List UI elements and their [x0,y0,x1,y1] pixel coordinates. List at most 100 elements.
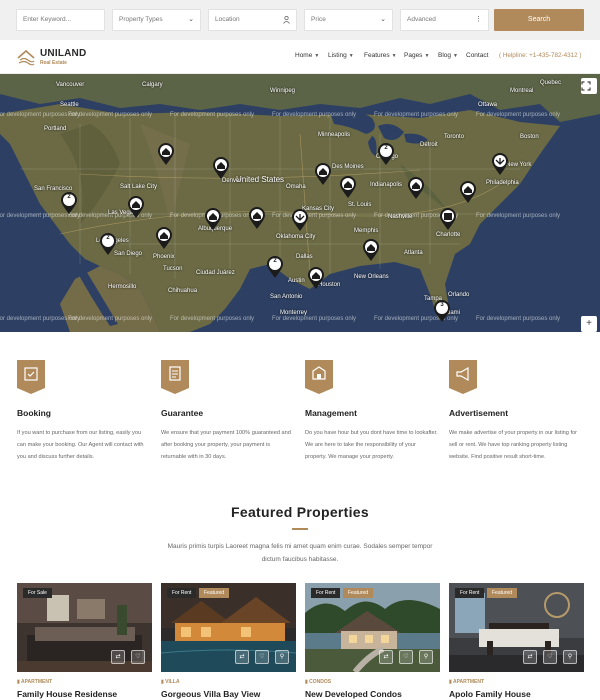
nav-label: Pages [404,52,423,59]
map-pin[interactable] [339,175,357,199]
map-city-label: Nashville [388,214,413,220]
property-image[interactable]: For Rent Featured ⇄ ♡ ⚲ [161,583,296,672]
keyword-input[interactable]: Enter Keyword... [16,9,105,31]
map-city-label: Memphis [354,228,379,234]
heart-icon: ♡ [547,654,553,660]
property-image[interactable]: For Rent Featured ⇄ ♡ ⚲ [449,583,584,672]
map-cluster-pin[interactable]: 2 [377,142,395,166]
map-pin[interactable] [459,180,477,204]
map-watermark: For development purposes only [68,316,153,322]
title-divider [292,528,308,530]
map-pin[interactable] [307,266,325,290]
map-cluster-pin[interactable]: 3 [433,299,451,323]
nav-pages[interactable]: Pages ▼ [404,52,429,59]
map-pin[interactable] [157,142,175,166]
compare-button[interactable]: ⇄ [379,650,393,664]
logo[interactable]: UNILAND Real Estate [16,47,96,69]
map-city-label: Salt Lake City [120,184,158,190]
favorite-button[interactable]: ♡ [399,650,413,664]
heart-icon: ♡ [403,654,409,660]
map-city-label: Des Moines [332,164,364,170]
map-pin[interactable] [407,176,425,200]
more-icon: ⋮ [475,16,482,23]
map-pin[interactable] [291,208,309,232]
property-map[interactable]: For development purposes only For develo… [0,74,600,332]
nav-contact[interactable]: Contact [466,52,488,59]
featured-badge: Featured [343,588,374,598]
zoom-button[interactable]: ⚲ [563,650,577,664]
map-cluster-pin[interactable]: 2 [266,255,284,279]
map-pin[interactable] [491,152,509,176]
map-pin[interactable] [439,207,457,231]
management-icon [305,360,333,394]
category-label: CONDOS [309,679,332,685]
favorite-button[interactable]: ♡ [543,650,557,664]
nav-label: Listing [328,52,347,59]
property-title[interactable]: Gorgeous Villa Bay View [161,689,260,699]
map-pin[interactable] [127,195,145,219]
price-select[interactable]: Price ⌄ [304,9,393,31]
favorite-button[interactable]: ♡ [131,650,145,664]
property-title[interactable]: Family House Residense [17,689,117,699]
map-city-label: Seattle [60,102,79,108]
logo-subtitle: Real Estate [40,60,67,66]
property-category: ▮ VILLA [161,679,180,685]
map-city-label: Toronto [444,134,465,140]
zoom-button[interactable]: ⚲ [275,650,289,664]
map-city-label: Boston [520,134,539,140]
map-pin[interactable] [212,156,230,180]
map-city-label: St. Louis [348,202,372,208]
nav-blog[interactable]: Blog ▼ [438,52,458,59]
map-watermark: For development purposes only [476,213,561,219]
property-type-select[interactable]: Property Types ⌄ [112,9,201,31]
map-pin[interactable] [362,238,380,262]
nav-home[interactable]: Home ▼ [295,52,319,59]
map-city-label: Minneapolis [318,132,351,138]
nav-features[interactable]: Features ▼ [364,52,397,59]
service-title: Advertisement [449,408,509,418]
map-cluster-pin[interactable]: 2 [99,232,117,256]
fullscreen-icon[interactable] [581,78,597,94]
map-watermark: For development purposes only [476,316,561,322]
featured-badge: Featured [199,588,230,598]
property-title[interactable]: Apolo Family House [449,689,531,699]
map-pin[interactable] [204,207,222,231]
favorite-button[interactable]: ♡ [255,650,269,664]
map-pin[interactable] [248,206,266,230]
logo-icon [17,49,35,66]
property-category: ▮ CONDOS [305,679,331,685]
compare-icon: ⇄ [383,654,389,660]
compare-icon: ⇄ [239,654,245,660]
property-card[interactable]: For Rent Featured ⇄ ♡ ⚲ ▮ VILLA Gorgeous… [161,583,296,700]
map-city-label: New Orleans [354,274,389,280]
map-pin[interactable] [155,226,173,250]
map-cluster-pin[interactable]: 2 [60,191,78,215]
map-city-label: Montreal [510,88,534,94]
advanced-toggle[interactable]: Advanced ⋮ [400,9,489,31]
property-type-value: Property Types [119,16,163,23]
search-button[interactable]: Search [494,9,584,31]
map-city-label: Winnipeg [270,88,296,94]
zoom-button[interactable]: ⚲ [419,650,433,664]
nav-listing[interactable]: Listing ▼ [328,52,354,59]
keyword-placeholder: Enter Keyword... [23,16,72,23]
map-city-label: Philadelphia [486,180,519,186]
user-icon [283,10,290,30]
location-input[interactable]: Location [208,9,297,31]
property-card[interactable]: For Rent Featured ⇄ ♡ ⚲ ▮ CONDOS New Dev… [305,583,440,700]
map-watermark: For development purposes only [476,112,561,118]
compare-button[interactable]: ⇄ [235,650,249,664]
search-bar: Enter Keyword... Property Types ⌄ Locati… [0,0,600,40]
category-label: APARTMENT [20,679,52,685]
compare-button[interactable]: ⇄ [523,650,537,664]
property-image[interactable]: For Sale ⇄ ♡ [17,583,152,672]
property-card[interactable]: For Rent Featured ⇄ ♡ ⚲ ▮ APARTMENT Apol… [449,583,584,700]
map-pin[interactable] [314,162,332,186]
property-card[interactable]: For Sale ⇄ ♡ ▮ APARTMENT Family House Re… [17,583,152,700]
featured-badge: Featured [487,588,518,598]
property-image[interactable]: For Rent Featured ⇄ ♡ ⚲ [305,583,440,672]
nav-label: Home [295,52,313,59]
plus-icon[interactable]: + [581,316,597,332]
property-title[interactable]: New Developed Condos [305,689,402,699]
compare-button[interactable]: ⇄ [111,650,125,664]
